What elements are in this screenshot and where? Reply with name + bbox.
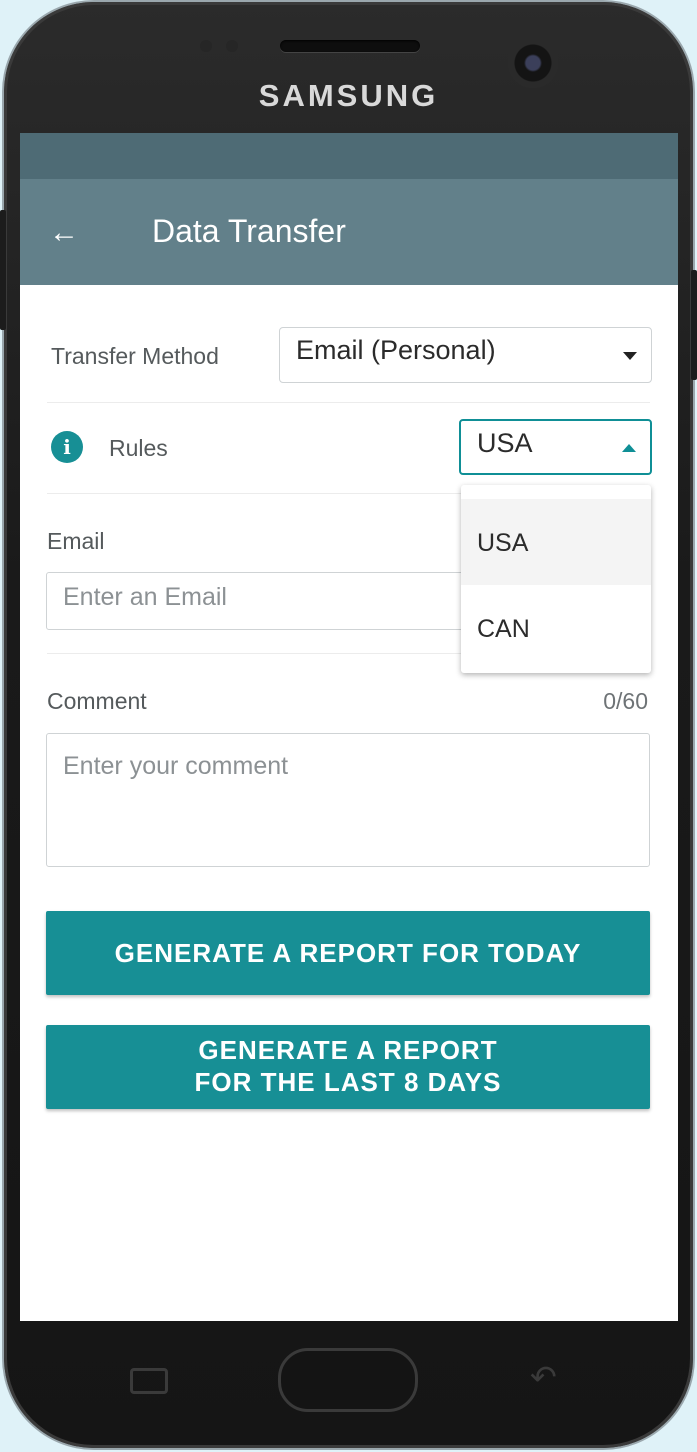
comment-placeholder: Enter your comment — [63, 752, 289, 780]
generate-report-last-8-days-line1: GENERATE A REPORT — [198, 1035, 498, 1065]
light-sensor — [226, 40, 238, 52]
rules-option-can[interactable]: CAN — [461, 585, 651, 671]
power-button — [691, 270, 697, 380]
app-screen: ← Data Transfer Transfer Method Email (P… — [20, 133, 678, 1321]
generate-report-last-8-days-button[interactable]: GENERATE A REPORT FOR THE LAST 8 DAYS — [46, 1025, 650, 1109]
rules-option-label: USA — [477, 529, 529, 557]
rules-select[interactable]: USA — [459, 419, 652, 475]
volume-button — [0, 210, 6, 330]
transfer-method-value: Email (Personal) — [296, 335, 496, 365]
status-bar — [20, 133, 678, 179]
rules-dropdown-menu: USA CAN — [461, 485, 651, 673]
rules-option-label: CAN — [477, 615, 530, 643]
proximity-sensor — [200, 40, 212, 52]
comment-label: Comment — [47, 688, 147, 714]
generate-report-last-8-days-line2: FOR THE LAST 8 DAYS — [194, 1067, 502, 1097]
arrow-left-icon[interactable]: ← — [46, 215, 82, 251]
rules-value: USA — [477, 428, 533, 458]
divider — [47, 402, 650, 403]
home-button[interactable] — [278, 1348, 418, 1412]
comment-field[interactable]: Enter your comment — [46, 733, 650, 867]
generate-report-today-label: GENERATE A REPORT FOR TODAY — [114, 938, 582, 968]
rules-option-usa[interactable]: USA — [461, 499, 651, 585]
app-bar: ← Data Transfer — [20, 179, 678, 285]
comment-counter: 0/60 — [603, 688, 648, 714]
email-label: Email — [47, 528, 105, 554]
info-icon[interactable]: i — [51, 431, 83, 463]
email-placeholder: Enter an Email — [63, 583, 227, 611]
chevron-down-icon — [623, 352, 637, 360]
chevron-up-icon — [622, 444, 636, 452]
rules-label: Rules — [109, 435, 168, 461]
back-nav-icon[interactable]: ↶ — [530, 1358, 557, 1396]
page-title: Data Transfer — [152, 213, 346, 249]
transfer-method-select[interactable]: Email (Personal) — [279, 327, 652, 383]
transfer-method-label: Transfer Method — [51, 343, 219, 369]
recent-apps-icon[interactable] — [130, 1368, 168, 1394]
device-brand: SAMSUNG — [258, 78, 439, 113]
earpiece-speaker — [280, 40, 420, 52]
generate-report-today-button[interactable]: GENERATE A REPORT FOR TODAY — [46, 911, 650, 995]
